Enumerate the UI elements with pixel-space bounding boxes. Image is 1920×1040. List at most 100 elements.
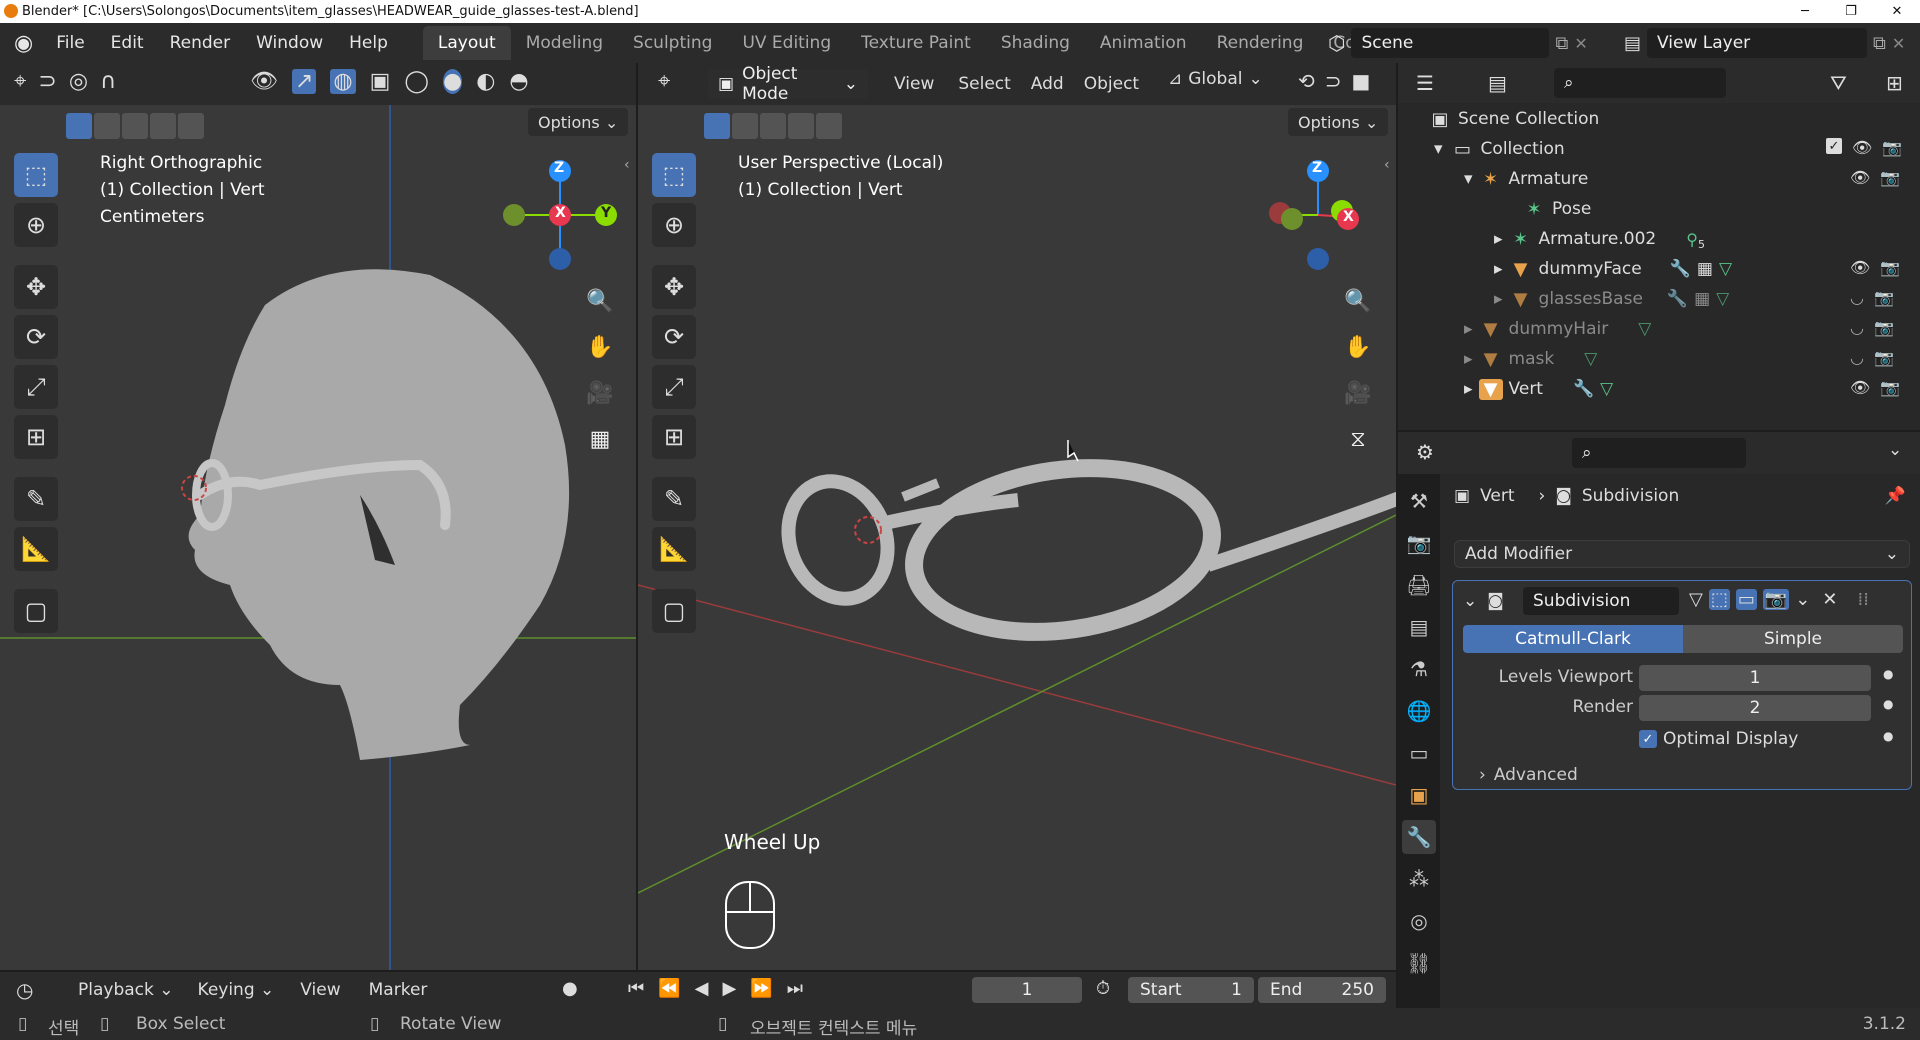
menu-object[interactable]: Object xyxy=(1076,69,1147,99)
eye-icon[interactable]: 👁 xyxy=(1850,378,1870,397)
camera-render-icon[interactable]: 📷 xyxy=(1874,348,1894,367)
maximize-button[interactable]: ❐ xyxy=(1828,0,1874,23)
add-modifier-dropdown[interactable]: Add Modifier ⌄ xyxy=(1454,540,1910,568)
menu-edit[interactable]: Edit xyxy=(98,23,157,63)
eye-icon[interactable]: 👁 xyxy=(1852,138,1872,157)
right-select-box-tool[interactable]: ⬚ xyxy=(652,153,696,197)
left-sidebar-toggle-icon[interactable]: ‹ xyxy=(624,157,630,173)
jump-end-icon[interactable]: ⏭ xyxy=(787,978,803,999)
object-tab-icon[interactable]: ▣ xyxy=(1402,778,1436,812)
properties-options-icon[interactable]: ⌄ xyxy=(1888,440,1902,460)
physics-tab-icon[interactable]: ◎ xyxy=(1402,904,1436,938)
world-tab-icon[interactable]: 🌐 xyxy=(1402,694,1436,728)
prev-keyframe-icon[interactable]: ⏪ xyxy=(658,978,680,999)
right-navigation-gizmo[interactable]: Z X xyxy=(1258,155,1378,275)
rotate-tool[interactable]: ⟳ xyxy=(14,315,58,359)
proportional-edit-icon[interactable]: ◎ xyxy=(69,69,88,94)
right-move-tool[interactable]: ✥ xyxy=(652,265,696,309)
expand-icon[interactable]: ▾ xyxy=(1434,139,1443,159)
move-tool[interactable]: ✥ xyxy=(14,265,58,309)
overlays-icon[interactable]: ◍ xyxy=(330,69,356,94)
right-viewport[interactable]: Options ⌄ User Perspective (Local) (1) C… xyxy=(638,105,1396,970)
tool-tab-icon[interactable]: ⚒ xyxy=(1402,484,1436,518)
menu-add[interactable]: Add xyxy=(1019,69,1076,99)
menu-help[interactable]: Help xyxy=(336,23,401,63)
outliner-row-dummyhair[interactable]: ▸ ▼ dummyHair ▽ xyxy=(1398,314,1920,344)
jump-start-icon[interactable]: ⏮ xyxy=(628,978,644,999)
render-toggle-icon[interactable]: 📷 xyxy=(1762,589,1790,610)
menu-render[interactable]: Render xyxy=(157,23,244,63)
expand-icon[interactable]: ▾ xyxy=(1464,169,1473,189)
play-icon[interactable]: ▶ xyxy=(722,978,736,999)
right-scale-tool[interactable]: ⤢ xyxy=(652,365,696,409)
material-shading-icon[interactable]: ◐ xyxy=(476,69,495,94)
workspace-tab-modeling[interactable]: Modeling xyxy=(511,26,618,60)
select-mode-group[interactable] xyxy=(66,113,204,139)
workspace-tab-shading[interactable]: Shading xyxy=(986,26,1085,60)
measure-tool[interactable]: 📐 xyxy=(14,527,58,571)
optimal-display-checkbox[interactable]: ✓ Optimal Display xyxy=(1639,729,1798,749)
levels-viewport-field[interactable]: 1 xyxy=(1639,665,1871,691)
camera-render-icon[interactable]: 📷 xyxy=(1880,258,1900,277)
viewport-toggle-icon[interactable]: ▭ xyxy=(1735,589,1757,610)
outliner-row-dummyface[interactable]: ▸ ▼ dummyFace 🔧 ▦ ▽ xyxy=(1398,254,1920,284)
display-mode-icon[interactable]: ▤ xyxy=(1488,71,1507,95)
gizmo-icon[interactable]: ↗ xyxy=(291,69,317,94)
outliner-row-armature[interactable]: ▾ ✶ Armature xyxy=(1398,164,1920,194)
timeline-editor-icon[interactable]: ◷ xyxy=(16,978,33,1002)
right-snap-icon[interactable]: ⊃ xyxy=(1325,69,1342,93)
particles-tab-icon[interactable]: ⁂ xyxy=(1402,862,1436,896)
workspace-tab-rendering[interactable]: Rendering xyxy=(1202,26,1319,60)
workspace-tab-layout[interactable]: Layout xyxy=(422,26,511,60)
menu-keying[interactable]: Keying ⌄ xyxy=(186,975,287,1005)
scene-field[interactable]: Scene xyxy=(1351,28,1550,58)
right-transform-tool[interactable]: ⊞ xyxy=(652,415,696,459)
perspective-grid-icon[interactable]: ⧖ xyxy=(1340,421,1376,457)
auto-keying-icon[interactable]: ● xyxy=(562,978,578,999)
drag-handle-icon[interactable]: ⁞⁞ xyxy=(1857,589,1868,610)
collapse-chevron-icon[interactable]: ⌄ xyxy=(1463,591,1477,611)
outliner-row-armature002[interactable]: ▸ ✶ Armature.002 ⚲ 5 xyxy=(1398,224,1920,254)
camera-render-icon[interactable]: 📷 xyxy=(1874,288,1894,307)
right-editor-type-icon[interactable]: ⌖ xyxy=(658,69,670,94)
camera-render-icon[interactable]: 📷 xyxy=(1880,378,1900,397)
left-navigation-gizmo[interactable]: Z Y X xyxy=(500,155,620,275)
on-cage-toggle-icon[interactable]: ⬚ xyxy=(1708,589,1730,610)
right-zoom-icon[interactable]: 🔍 xyxy=(1340,283,1376,319)
left-viewport[interactable]: Options ⌄ Right Orthographic (1) Collect… xyxy=(0,105,636,970)
minimize-button[interactable]: ─ xyxy=(1782,0,1828,23)
eye-closed-icon[interactable]: ◡ xyxy=(1850,348,1864,367)
left-options-button[interactable]: Options ⌄ xyxy=(528,108,629,136)
right-rotate-tool[interactable]: ⟳ xyxy=(652,315,696,359)
outliner-row-scene-collection[interactable]: ▣ Scene Collection xyxy=(1398,104,1920,134)
right-options-button[interactable]: Options ⌄ xyxy=(1288,108,1389,136)
expand-icon[interactable]: ▸ xyxy=(1464,319,1473,339)
view-layer-field[interactable]: View Layer xyxy=(1647,28,1868,58)
view-layer-tab-icon[interactable]: ▤ xyxy=(1402,610,1436,644)
camera-render-icon[interactable]: 📷 xyxy=(1882,138,1902,157)
menu-playback[interactable]: Playback ⌄ xyxy=(66,975,186,1005)
modifier-tab-icon[interactable]: 🔧 xyxy=(1402,820,1436,854)
outliner-row-pose[interactable]: ✶ Pose xyxy=(1398,194,1920,224)
right-add-cube-tool[interactable]: ▢ xyxy=(652,589,696,633)
transform-orientation-dropdown[interactable]: ⊿ Global ⌄ xyxy=(1168,69,1263,89)
new-scene-icon[interactable]: ⧉ xyxy=(1555,33,1568,54)
eye-closed-icon[interactable]: ◡ xyxy=(1850,288,1864,307)
menu-marker[interactable]: Marker xyxy=(355,975,442,1005)
expand-icon[interactable]: ▸ xyxy=(1464,379,1473,399)
xray-icon[interactable]: ▣ xyxy=(370,69,391,94)
scene-icon[interactable]: ⬡ xyxy=(1328,31,1345,55)
menu-select[interactable]: Select xyxy=(950,69,1018,99)
annotate-tool[interactable]: ✎ xyxy=(14,477,58,521)
remove-scene-icon[interactable]: ✕ xyxy=(1574,34,1587,53)
pan-hand-icon[interactable]: ✋ xyxy=(582,329,618,365)
delete-modifier-icon[interactable]: ✕ xyxy=(1822,589,1837,610)
expand-icon[interactable]: ▸ xyxy=(1494,259,1503,279)
current-frame-field[interactable]: 1 xyxy=(972,977,1082,1003)
pivot-icon[interactable]: ⟲ xyxy=(1298,69,1315,93)
visibility-icon[interactable]: 👁 xyxy=(250,69,278,94)
outliner-search-input[interactable]: ⌕ xyxy=(1554,68,1726,98)
right-select-mode-group[interactable] xyxy=(704,113,842,139)
workspace-tab-animation[interactable]: Animation xyxy=(1085,26,1202,60)
properties-editor-icon[interactable]: ⚙ xyxy=(1416,440,1434,464)
